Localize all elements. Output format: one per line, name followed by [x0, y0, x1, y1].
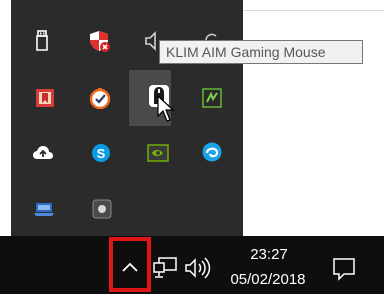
mouse-cursor [156, 94, 176, 124]
blue-swirl-app-icon[interactable] [200, 140, 224, 164]
tooltip: KLIM AIM Gaming Mouse [159, 40, 363, 64]
desktop-right [243, 0, 384, 236]
red-bookmark-app-icon[interactable] [33, 86, 57, 110]
action-center-icon[interactable] [332, 257, 356, 281]
clock-time[interactable]: 23:27 [236, 246, 302, 263]
clock-date[interactable]: 05/02/2018 [219, 271, 317, 288]
blue-laptop-app-icon[interactable] [32, 197, 56, 221]
nvidia-icon[interactable] [146, 141, 170, 165]
cloud-upload-icon[interactable] [31, 141, 55, 165]
network-icon[interactable] [152, 256, 178, 280]
skype-icon[interactable]: S [89, 141, 113, 165]
defender-shield-icon[interactable] [88, 29, 112, 53]
small-app-icon[interactable] [90, 197, 114, 221]
orange-check-app-icon[interactable] [88, 86, 112, 110]
desktop-divider [243, 10, 384, 11]
green-app-icon[interactable] [200, 86, 224, 110]
tray-overflow-panel: S [11, 0, 243, 236]
svg-text:S: S [97, 146, 106, 161]
desktop-left [0, 0, 11, 236]
speaker-icon[interactable] [184, 257, 212, 279]
usb-safely-remove-icon[interactable] [30, 29, 54, 53]
chevron-up-icon[interactable] [120, 259, 140, 275]
